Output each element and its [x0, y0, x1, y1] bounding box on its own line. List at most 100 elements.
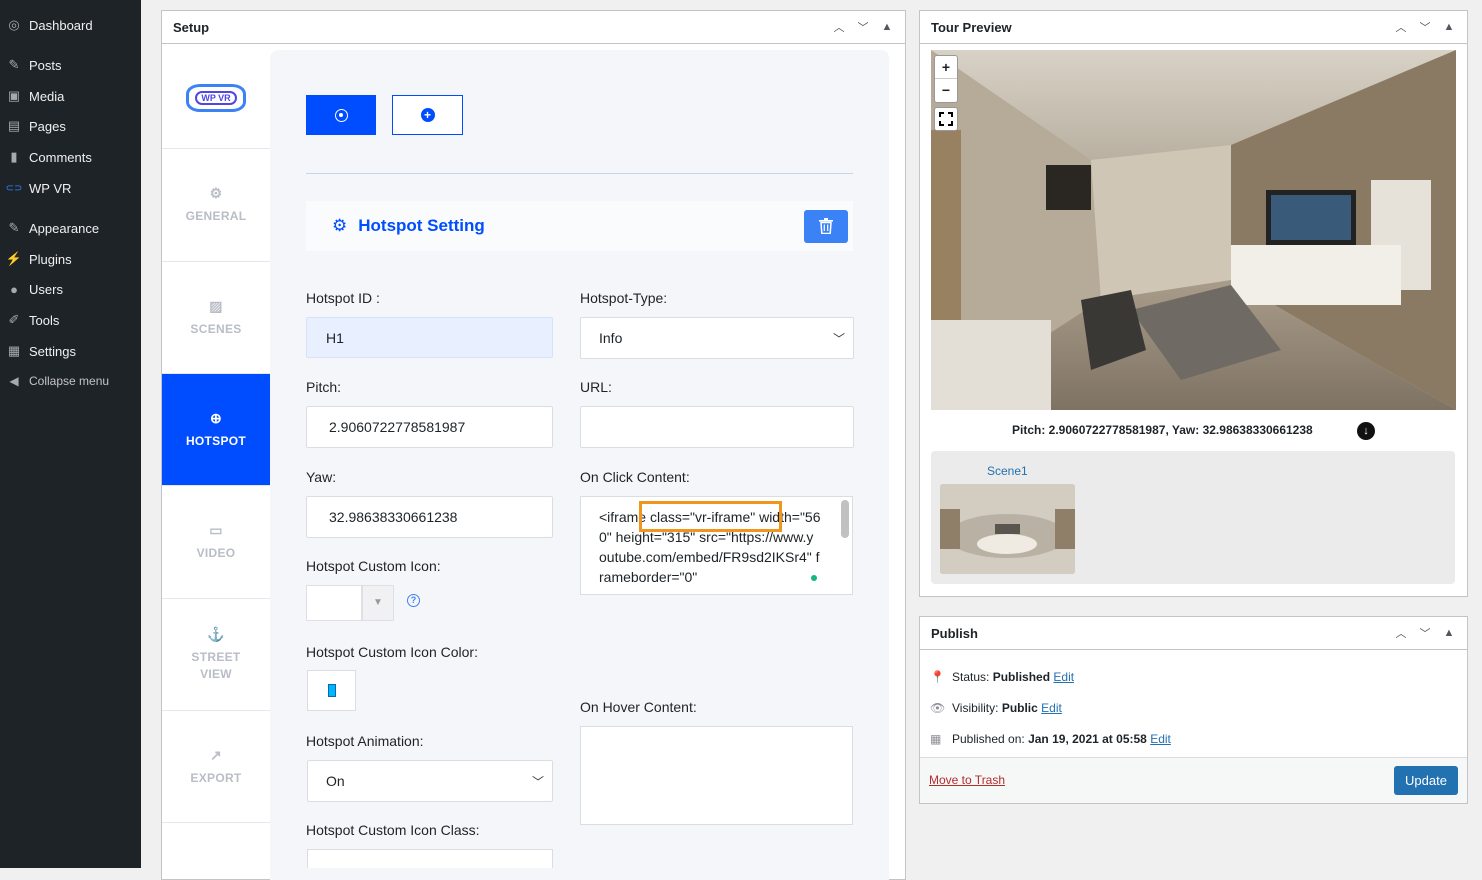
setup-header: Setup ︿ ﹀ ▲	[162, 11, 905, 44]
zoom-out-button[interactable]: −	[935, 79, 957, 102]
tab-hotspot[interactable]: ⊕ HOTSPOT	[162, 374, 270, 486]
tab-label: HOTSPOT	[185, 433, 247, 448]
visibility-row: 👁 Visibility: Public Edit	[930, 701, 1062, 715]
menu-label: Plugins	[29, 251, 72, 267]
divider	[306, 173, 853, 174]
update-button[interactable]: Update	[1394, 766, 1458, 795]
add-hotspot-button[interactable]: +	[392, 95, 463, 135]
menu-label: Comments	[29, 149, 92, 165]
menu-label: Pages	[29, 118, 66, 134]
highlight-box	[639, 501, 782, 532]
setup-title: Setup	[173, 19, 210, 35]
pitch-input[interactable]: 2.9060722778581987	[306, 406, 553, 448]
animation-label: Hotspot Animation:	[306, 733, 424, 749]
scene-thumbnail[interactable]	[940, 484, 1075, 574]
comments-icon: ▮	[10, 149, 18, 164]
select-value: Info	[599, 330, 623, 346]
status-edit-link[interactable]: Edit	[1053, 670, 1074, 684]
tools-icon: ✐	[8, 312, 20, 327]
move-up-icon[interactable]: ︿	[827, 19, 851, 35]
menu-appearance[interactable]: ✎ Appearance	[0, 215, 141, 241]
published-on-row: ▦ Published on: Jan 19, 2021 at 05:58 Ed…	[930, 732, 1171, 746]
published-label: Published on:	[952, 732, 1025, 746]
move-up-icon[interactable]: ︿	[1389, 625, 1413, 641]
tab-label: STREET VIEW	[191, 650, 241, 681]
custom-icon-class-input[interactable]	[307, 849, 553, 868]
hotspot-setting-bar: ⚙ Hotspot Setting	[306, 201, 853, 251]
on-hover-textarea[interactable]	[580, 726, 853, 825]
export-icon: ↗	[209, 746, 223, 763]
settings-icon: ▦	[7, 343, 21, 358]
tab-general[interactable]: ⚙ GENERAL	[162, 149, 270, 262]
anchor-icon: ⚓	[207, 626, 225, 642]
pitch-label: Pitch:	[306, 379, 342, 395]
hotspot-icon: ⊕	[209, 409, 223, 426]
status-value: Published	[992, 670, 1051, 684]
scrollbar-thumb[interactable]	[841, 500, 849, 538]
custom-icon-label: Hotspot Custom Icon:	[306, 558, 441, 574]
custom-icon-picker[interactable]	[306, 585, 362, 621]
chevron-down-icon: ﹀	[832, 332, 845, 346]
hotspot-id-input[interactable]: H1	[306, 317, 553, 358]
publish-header: Publish ︿ ﹀ ▲	[920, 617, 1467, 650]
visibility-edit-link[interactable]: Edit	[1041, 701, 1062, 715]
trash-icon	[819, 218, 833, 234]
tab-street-view[interactable]: ⚓ STREET VIEW	[162, 599, 270, 711]
tab-scenes[interactable]: ▨ SCENES	[162, 262, 270, 374]
menu-label: Appearance	[29, 220, 100, 236]
video-icon: ▭	[209, 522, 223, 538]
menu-label: Users	[29, 281, 63, 297]
help-icon[interactable]: ?	[407, 594, 420, 607]
animation-select[interactable]: On ﹀	[307, 760, 553, 802]
menu-wp-vr[interactable]: ⊂⊃ WP VR	[0, 175, 141, 201]
menu-settings[interactable]: ▦ Settings	[0, 338, 141, 364]
menu-comments[interactable]: ▮ Comments	[0, 144, 141, 170]
arrow-down-circle-icon[interactable]: ↓	[1357, 422, 1375, 440]
admin-sidebar: ◎ Dashboard ✎ Posts ▣ Media ▤ Pages ▮ Comment…	[0, 0, 141, 868]
scene-label[interactable]: Scene1	[987, 464, 1028, 478]
tab-label: GENERAL	[185, 209, 247, 223]
plugins-icon: ⚡	[5, 251, 23, 266]
published-edit-link[interactable]: Edit	[1150, 732, 1171, 746]
tab-label: EXPORT	[190, 770, 242, 785]
fullscreen-button[interactable]	[934, 107, 958, 131]
delete-hotspot-button[interactable]	[804, 209, 848, 243]
toggle-panel-icon[interactable]: ▲	[1437, 627, 1461, 639]
target-icon	[334, 108, 348, 122]
icon-color-picker[interactable]	[307, 670, 356, 711]
menu-media[interactable]: ▣ Media	[0, 83, 141, 109]
move-up-icon[interactable]: ︿	[1389, 19, 1413, 35]
hotspot-type-label: Hotspot-Type:	[580, 290, 668, 306]
tour-preview-title: Tour Preview	[931, 19, 1012, 35]
toggle-panel-icon[interactable]: ▲	[1437, 21, 1461, 33]
media-icon: ▣	[7, 88, 21, 103]
menu-plugins[interactable]: ⚡ Plugins	[0, 246, 141, 272]
panorama-image	[931, 50, 1456, 410]
menu-tools[interactable]: ✐ Tools	[0, 307, 141, 333]
menu-users[interactable]: ● Users	[0, 276, 141, 302]
menu-posts[interactable]: ✎ Posts	[0, 52, 141, 78]
url-input[interactable]	[580, 406, 854, 448]
tab-export[interactable]: ↗ EXPORT	[162, 711, 270, 823]
fullscreen-icon	[939, 112, 953, 126]
gear-icon: ⚙	[332, 216, 348, 235]
menu-dashboard[interactable]: ◎ Dashboard	[0, 12, 141, 38]
menu-label: Posts	[29, 57, 62, 73]
caret-down-icon[interactable]: ▼	[362, 585, 394, 621]
move-down-icon[interactable]: ﹀	[851, 19, 875, 35]
menu-pages[interactable]: ▤ Pages	[0, 113, 141, 139]
hotspot-item-button[interactable]	[306, 95, 376, 135]
yaw-input[interactable]: 32.98638330661238	[306, 496, 553, 538]
menu-collapse[interactable]: ◀ Collapse menu	[0, 368, 141, 394]
panorama-viewer[interactable]: + −	[931, 50, 1456, 410]
toggle-panel-icon[interactable]: ▲	[875, 21, 899, 33]
move-down-icon[interactable]: ﹀	[1413, 625, 1437, 641]
custom-icon-color-label: Hotspot Custom Icon Color:	[306, 644, 478, 660]
tab-video[interactable]: ▭ VIDEO	[162, 486, 270, 599]
move-to-trash-link[interactable]: Move to Trash	[929, 773, 1005, 787]
posts-icon: ✎	[8, 57, 20, 72]
move-down-icon[interactable]: ﹀	[1413, 19, 1437, 35]
zoom-in-button[interactable]: +	[935, 56, 957, 79]
hotspot-type-select[interactable]: Info ﹀	[580, 317, 854, 359]
dashboard-icon: ◎	[8, 17, 20, 32]
